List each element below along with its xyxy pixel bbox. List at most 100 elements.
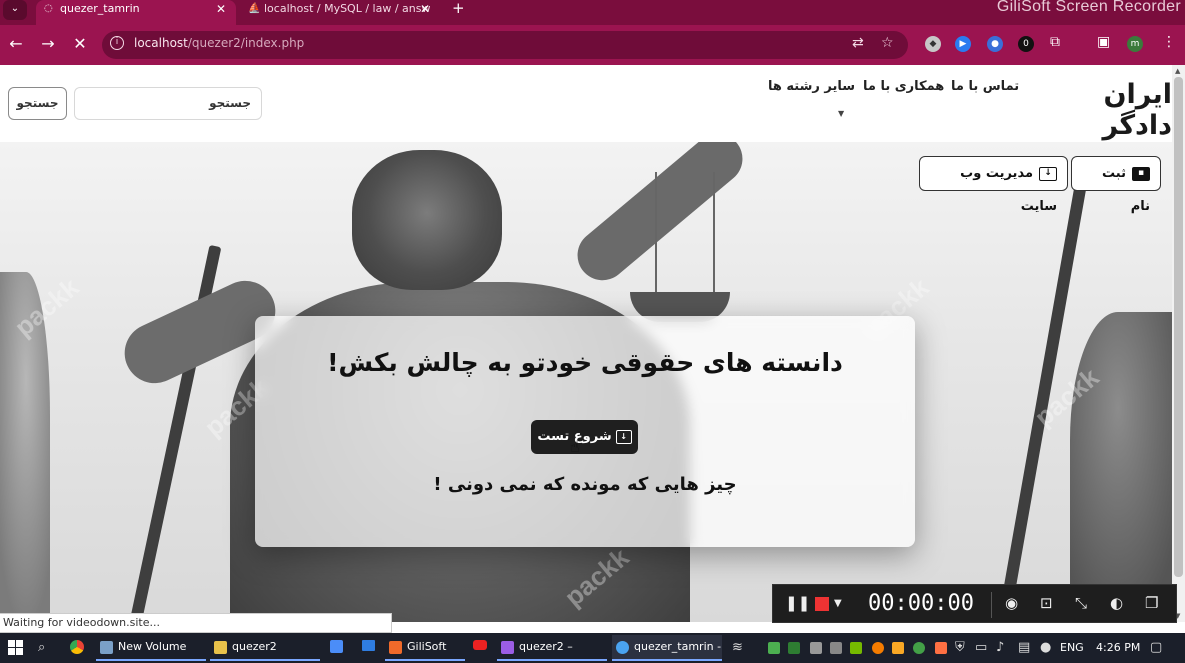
close-tab-icon[interactable]: ✕ [420, 0, 430, 18]
cloud-icon[interactable] [892, 642, 904, 654]
ide-icon [501, 641, 514, 654]
download-icon: ↓ [1039, 166, 1057, 181]
hero-subtitle: چیز هایی که مونده که نمی دونی ! [433, 474, 737, 495]
tray-app-icon[interactable] [830, 642, 842, 654]
forward-arrow-icon[interactable]: → [37, 33, 59, 55]
scale-chain-image [655, 172, 715, 302]
id-card-icon: ▪ [1132, 166, 1150, 181]
video-extension-icon[interactable]: ▶ [955, 36, 971, 52]
restore-window-icon[interactable]: ❐ [1145, 594, 1158, 612]
windows-start-icon[interactable] [8, 640, 24, 656]
tray-app-icon[interactable] [788, 642, 800, 654]
statue-head-image [352, 150, 502, 290]
mail-icon[interactable] [362, 640, 375, 651]
counter-extension-icon[interactable]: 0 [1018, 36, 1034, 52]
page-scrollbar[interactable]: ▲ ▼ [1172, 65, 1185, 622]
pause-icon[interactable]: ❚❚ [785, 594, 810, 612]
recording-timer: 00:00:00 [868, 591, 974, 616]
taskbar-item-gilisoft[interactable]: GiliSoft S... [385, 635, 465, 661]
profile-avatar[interactable]: m [1127, 36, 1143, 52]
weather-icon[interactable]: ≋ [732, 640, 743, 655]
taskbar-item-folder[interactable]: quezer2 [210, 635, 320, 661]
windows-taskbar: ⌕ New Volume (D:) quezer2 GiliSoft S... … [0, 633, 1185, 663]
close-tab-icon[interactable]: ✕ [216, 0, 226, 18]
notifications-icon[interactable]: ▢ [1150, 640, 1162, 655]
clock-time[interactable]: 4:26 PM [1096, 641, 1140, 654]
site-info-icon[interactable]: i [110, 36, 124, 50]
region-capture-icon[interactable]: ⊡ [1040, 594, 1053, 612]
browser-toolbar: ← → ✕ i localhost/quezer2/index.php ⇄ ☆ … [0, 25, 1185, 65]
search-icon[interactable]: ⌕ [38, 640, 45, 655]
extensions-puzzle-icon[interactable]: ⧉ [1050, 34, 1060, 50]
chrome-icon[interactable] [70, 640, 84, 654]
tray-app-icon[interactable] [935, 642, 947, 654]
recorder-app-icon [389, 641, 402, 654]
palette-icon[interactable]: ◐ [1110, 594, 1123, 612]
nav-collaborate[interactable]: همکاری با ما [863, 79, 944, 94]
browser-tab-bar: ⌄ ◌ quezer_tamrin ✕ ⛵ localhost / MySQL … [0, 0, 1185, 25]
scrollbar-thumb[interactable] [1174, 77, 1183, 577]
tab-search-button[interactable]: ⌄ [3, 0, 27, 20]
network-icon[interactable]: ▤ [1018, 640, 1030, 655]
recorder-watermark: GiliSoft Screen Recorder [996, 0, 1181, 15]
chevron-down-icon[interactable]: ▼ [838, 109, 844, 118]
search-input[interactable]: جستجو [74, 87, 262, 120]
battery-icon[interactable]: ▭ [975, 640, 987, 655]
status-bar: Waiting for videodown.site... [0, 613, 392, 633]
microphone-icon[interactable]: ● [1040, 640, 1051, 655]
tray-app-icon[interactable] [810, 642, 822, 654]
start-test-button[interactable]: ↓شروع تست [531, 420, 638, 454]
tray-app-icon[interactable] [768, 642, 780, 654]
drive-icon [100, 641, 113, 654]
screen: ⌄ ◌ quezer_tamrin ✕ ⛵ localhost / MySQL … [0, 0, 1185, 663]
admin-button[interactable]: ↓مدیریت وب سایت [919, 156, 1068, 214]
camera-icon[interactable]: ◉ [1005, 594, 1018, 612]
youtube-icon[interactable] [473, 640, 487, 650]
register-button[interactable]: ▪ثبت نام [1071, 156, 1161, 214]
hero-card: دانسته های حقوقی خودتو به چالش بکش! ↓شرو… [255, 316, 915, 547]
tab-title: quezer_tamrin [60, 2, 140, 15]
hero-section: packk packk packk packk packk ↓مدیریت وب… [0, 142, 1172, 622]
tab-quezer-tamrin[interactable]: ◌ quezer_tamrin ✕ [36, 0, 236, 25]
globe-extension-icon[interactable]: ● [987, 36, 1003, 52]
chrome-icon [616, 641, 629, 654]
language-indicator[interactable]: ENG [1060, 641, 1084, 654]
nav-contact[interactable]: تماس با ما [951, 79, 1019, 94]
shield-tray-icon[interactable]: ⛨ [955, 640, 965, 655]
tab-phpmyadmin[interactable]: ⛵ localhost / MySQL / law / answ ✕ [240, 0, 440, 25]
menu-dots-icon[interactable]: ⋮ [1162, 34, 1176, 50]
mouse-pointer-icon: ☝ [570, 437, 580, 456]
scroll-up-icon[interactable]: ▲ [1175, 67, 1180, 75]
address-bar[interactable]: i localhost/quezer2/index.php ⇄ ☆ [102, 31, 908, 59]
tray-app-icon[interactable] [872, 642, 884, 654]
nvidia-icon[interactable] [850, 642, 862, 654]
bookmark-star-icon[interactable]: ☆ [881, 35, 894, 51]
stop-loading-icon[interactable]: ✕ [69, 33, 91, 55]
translate-icon[interactable]: ⇄ [852, 35, 864, 51]
taskbar-item-phpstorm[interactable]: quezer2 – addan... [497, 635, 607, 661]
taskbar-item-chrome-window[interactable]: quezer_tamrin - ... [612, 635, 722, 661]
taskbar-item-drive[interactable]: New Volume (D:) [96, 635, 206, 661]
folder-icon [214, 641, 227, 654]
screen-recorder-panel: ❚❚ ▼ 00:00:00 ◉ ⊡ ⤡ ◐ ❐ [772, 584, 1177, 623]
side-panel-icon[interactable]: ▣ [1097, 34, 1110, 50]
search-button[interactable]: جستجو [8, 87, 67, 120]
url-text[interactable]: localhost/quezer2/index.php [134, 36, 304, 50]
back-arrow-icon[interactable]: ← [5, 33, 27, 55]
phpmyadmin-favicon-icon: ⛵ [248, 3, 261, 14]
tray-app-icon[interactable] [913, 642, 925, 654]
statue-right-image [1070, 312, 1172, 622]
stop-record-icon[interactable] [815, 597, 829, 611]
new-tab-button[interactable]: + [452, 0, 465, 16]
minimize-arrows-icon[interactable]: ⤡ [1075, 594, 1087, 612]
store-icon[interactable] [330, 640, 343, 653]
divider [991, 592, 992, 618]
nav-other-fields[interactable]: سایر رشته ها [768, 79, 855, 94]
tab-favicon-icon: ◌ [44, 3, 53, 14]
web-page: جستجو جستجو سایر رشته ها ▼ همکاری با ما … [0, 65, 1172, 622]
tab-title: localhost / MySQL / law / answ [264, 2, 431, 15]
site-brand[interactable]: ایران دادگر [1028, 79, 1172, 141]
chevron-down-icon[interactable]: ▼ [834, 598, 842, 609]
volume-icon[interactable]: ♪ [996, 640, 1004, 655]
shield-extension-icon[interactable]: ◆ [925, 36, 941, 52]
